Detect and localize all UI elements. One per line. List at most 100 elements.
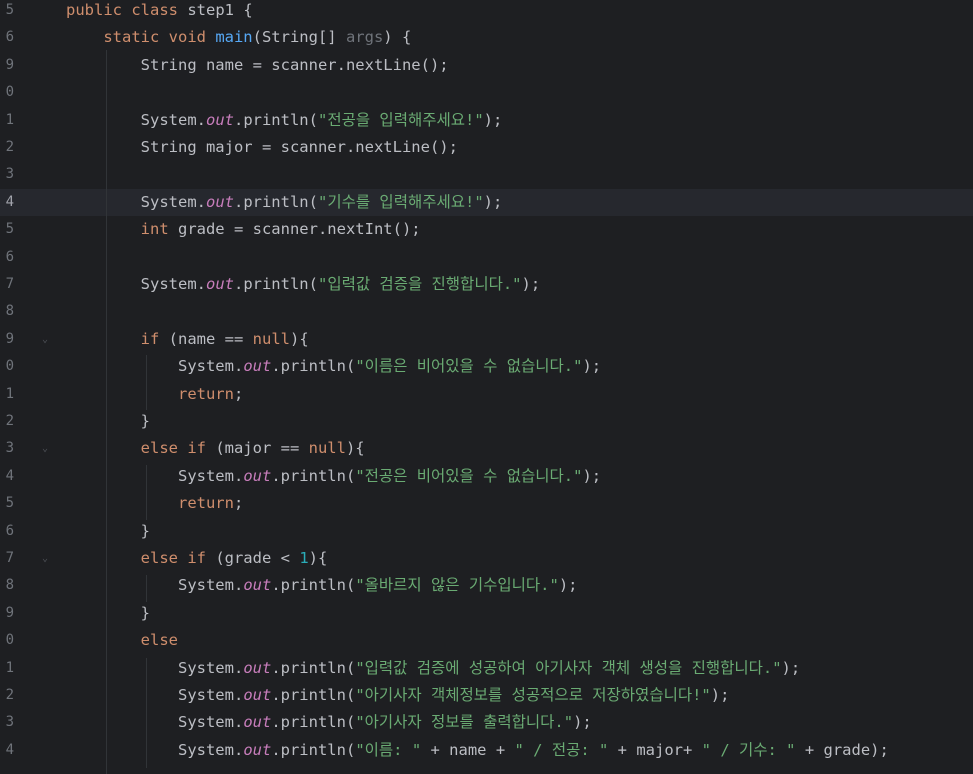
code-token: out (243, 658, 272, 677)
line-number: 2 (5, 413, 14, 429)
line-number: 0 (5, 84, 14, 101)
code-token: String name = scanner.nextLine(); (66, 55, 449, 74)
code-line[interactable]: 6 (0, 244, 973, 271)
code-text[interactable]: System.out.println("입력값 검증을 진행합니다."); (66, 271, 541, 298)
code-text[interactable]: System.out.println("아기사자 객체정보를 성공적으로 저장하… (66, 682, 729, 709)
code-token: + name + (421, 740, 515, 759)
line-number: 7 (5, 550, 14, 566)
code-token: .println( (271, 686, 356, 704)
code-token: .println( (271, 740, 356, 759)
code-text[interactable]: System.out.println("올바르지 않은 기수입니다."); (66, 572, 578, 599)
code-token: step1 { (187, 1, 253, 19)
code-line[interactable]: 6 } (0, 518, 973, 545)
code-line[interactable]: 9 ⌄ if (name == null){ (0, 326, 973, 353)
code-line[interactable]: 4 System.out.println("기수를 입력해주세요!"); (0, 188, 973, 217)
code-text[interactable]: else if (major == null){ (66, 435, 365, 462)
code-line[interactable]: 1 System.out.println("전공을 입력해주세요!"); (0, 107, 973, 134)
code-token: " / 전공: " (514, 740, 609, 759)
line-number: 0 (5, 358, 14, 375)
code-token: "입력값 검증을 진행합니다." (317, 275, 522, 293)
code-text[interactable]: System.out.println("입력값 검증에 성공하여 아기사자 객체… (66, 655, 800, 682)
line-number: 6 (5, 522, 14, 539)
code-token: else if (140, 439, 216, 458)
code-token: if (140, 329, 169, 348)
code-line[interactable]: 5 public class step1 { (0, 0, 973, 24)
line-number: 9 (5, 604, 14, 621)
code-text[interactable]: else (66, 627, 178, 654)
code-line[interactable]: 5 int grade = scanner.nextInt(); (0, 216, 973, 243)
code-token: System. (66, 740, 244, 759)
line-number: 3 (5, 440, 14, 457)
code-line[interactable]: 7 System.out.println("입력값 검증을 진행합니다."); (0, 271, 973, 298)
code-text[interactable]: } (66, 408, 150, 435)
fold-chevron-icon[interactable]: ⌄ (42, 326, 48, 353)
code-text[interactable]: System.out.println("기수를 입력해주세요!"); (66, 189, 503, 216)
code-text[interactable]: String name = scanner.nextLine(); (66, 52, 449, 79)
code-token: ); (573, 713, 592, 732)
code-token: } (66, 412, 150, 430)
code-token: ; (233, 384, 244, 403)
code-token: "입력값 검증에 성공하여 아기사자 객체 생성을 진행합니다." (355, 658, 782, 677)
indent-guide (146, 658, 147, 768)
code-text[interactable]: if (name == null){ (66, 326, 309, 353)
code-line[interactable]: 0 (0, 79, 973, 106)
code-text[interactable]: System.out.println("아기사자 정보를 출력합니다."); (66, 709, 592, 736)
line-number: 9 (5, 56, 14, 73)
code-line[interactable]: 6 static void main(String[] args) { (0, 24, 973, 51)
indent-guide (146, 575, 147, 602)
line-number: 4 (5, 741, 14, 758)
code-line[interactable]: 2 } (0, 408, 973, 435)
code-token: 1 (299, 549, 309, 567)
code-text[interactable]: return; (66, 381, 243, 408)
code-token: else (140, 631, 178, 650)
code-token: "기수를 입력해주세요!" (317, 192, 484, 211)
code-token: .println( (233, 110, 318, 129)
code-token: (name == (168, 329, 253, 348)
code-text[interactable]: int grade = scanner.nextInt(); (66, 216, 421, 243)
code-text[interactable]: } (66, 518, 150, 545)
code-token: else if (140, 549, 216, 567)
code-text[interactable]: public class step1 { (66, 0, 253, 24)
code-token: System. (66, 357, 244, 376)
code-token: ); (483, 192, 503, 211)
code-token: out (243, 576, 272, 595)
code-token: ; (233, 494, 244, 513)
code-token: out (243, 686, 272, 704)
code-token: null (308, 439, 346, 458)
code-token: public class (66, 1, 188, 19)
code-token: } (66, 603, 150, 622)
code-text[interactable]: return; (66, 490, 243, 517)
code-token: "아기사자 객체정보를 성공적으로 저장하였습니다!" (355, 686, 711, 704)
code-token: .println( (271, 357, 356, 376)
code-token: .println( (271, 466, 356, 485)
code-text[interactable]: String major = scanner.nextLine(); (66, 134, 458, 161)
code-token: .println( (271, 658, 356, 677)
line-number: 5 (5, 2, 14, 18)
code-line[interactable]: 9 String name = scanner.nextLine(); (0, 52, 973, 79)
code-line[interactable]: 0 else (0, 627, 973, 654)
line-number: 2 (5, 139, 14, 155)
code-token: System. (66, 576, 244, 595)
fold-chevron-icon[interactable]: ⌄ (42, 545, 48, 572)
code-text[interactable]: static void main(String[] args) { (66, 24, 411, 51)
code-line[interactable]: 3 ⌄ else if (major == null){ (0, 435, 973, 462)
code-text[interactable]: System.out.println("이름: " + name + " / 전… (66, 737, 889, 764)
code-line[interactable]: 7 ⌄ else if (grade < 1){ (0, 545, 973, 572)
code-line[interactable]: 9 } (0, 600, 973, 627)
code-token: " / 기수: " (701, 740, 796, 759)
code-token: return (177, 384, 234, 403)
code-line[interactable]: 2 String major = scanner.nextLine(); (0, 134, 973, 161)
code-token: out (205, 110, 234, 129)
code-text[interactable]: } (66, 600, 150, 627)
code-token: (major == (215, 439, 309, 458)
fold-chevron-icon[interactable]: ⌄ (42, 435, 48, 462)
code-line[interactable]: 8 (0, 298, 973, 325)
code-text[interactable]: System.out.println("전공을 입력해주세요!"); (66, 107, 503, 134)
code-token: return (177, 494, 234, 513)
code-line[interactable]: 3 (0, 161, 973, 188)
code-token: .println( (233, 275, 318, 293)
code-editor[interactable]: 5 public class step1 {6 static void main(… (0, 0, 973, 774)
